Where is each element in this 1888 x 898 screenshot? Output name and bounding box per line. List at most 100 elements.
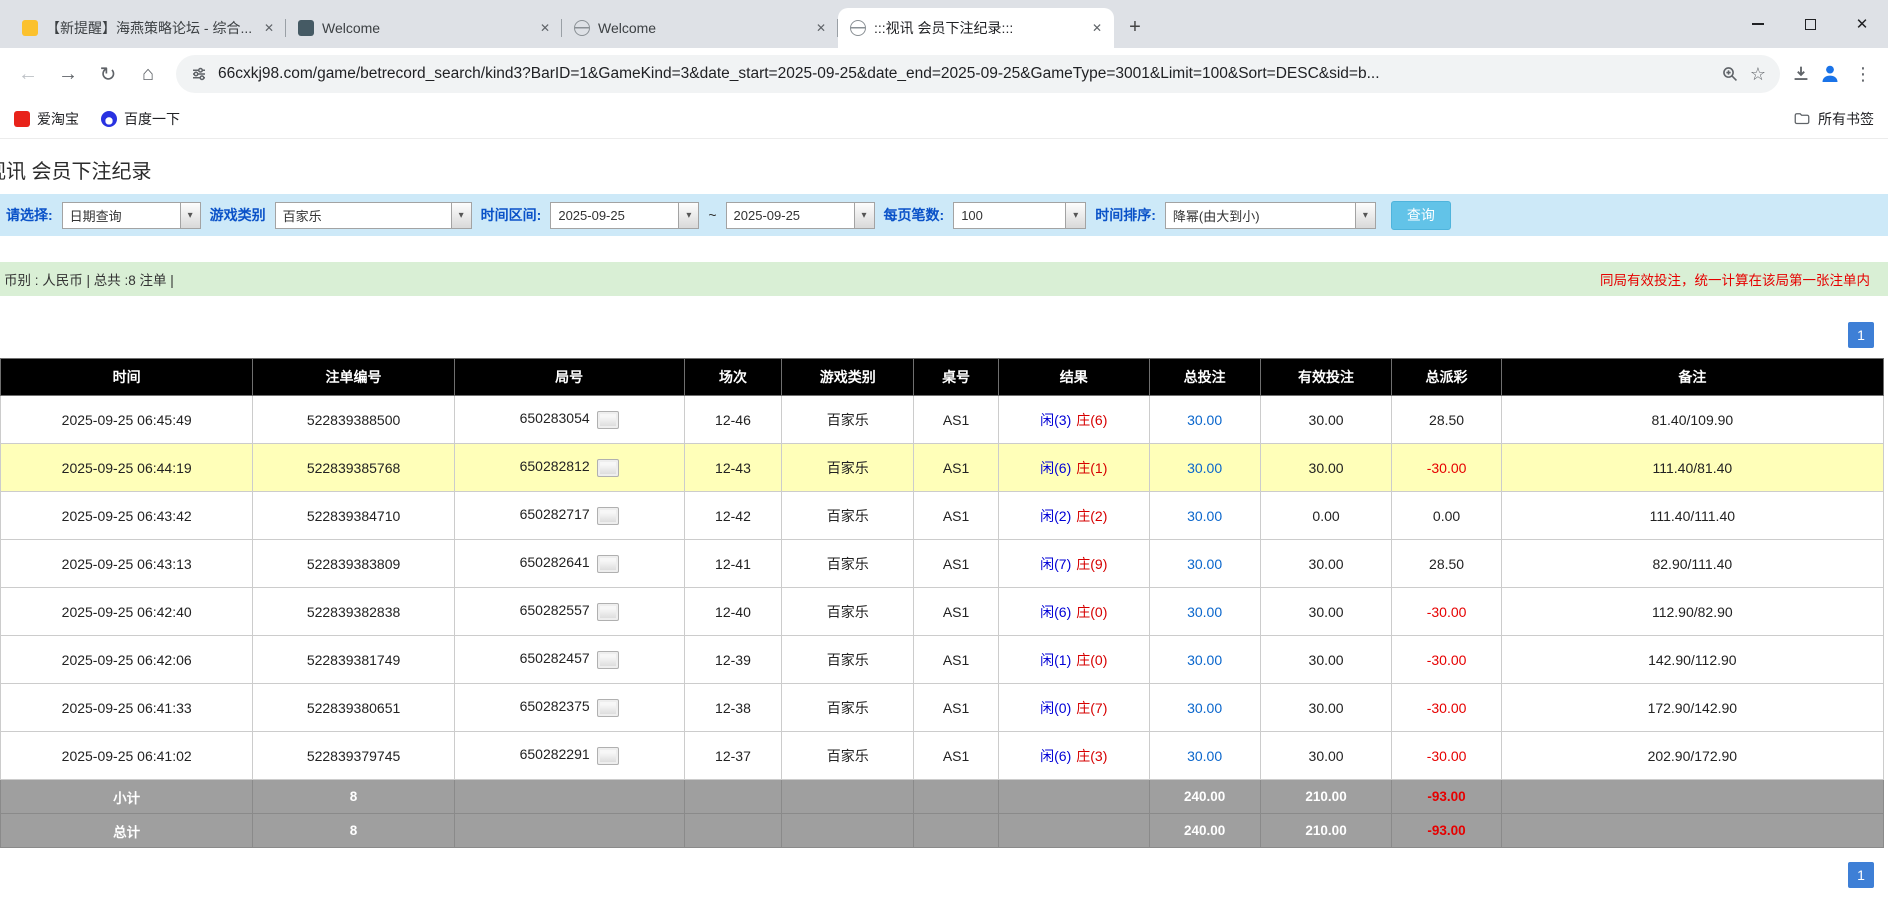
cell-game-type: 百家乐 [782,492,914,540]
cell-result: 闲(6)庄(1) [998,444,1149,492]
cell-game-type: 百家乐 [782,588,914,636]
round-video-icon[interactable] [597,411,619,429]
total-bet-link[interactable]: 30.00 [1187,700,1222,716]
total-bet-link[interactable]: 30.00 [1187,748,1222,764]
dropdown-arrow-icon[interactable]: ▾ [180,202,201,229]
query-type-value[interactable] [62,202,180,229]
subtotal-payout: -93.00 [1392,780,1501,814]
page-size-select[interactable]: ▾ [953,202,1086,229]
cell-time: 2025-09-25 06:44:19 [1,444,253,492]
browser-tab[interactable]: Welcome ✕ [286,8,562,48]
cell-total-bet: 30.00 [1149,540,1260,588]
total-bet-link[interactable]: 30.00 [1187,508,1222,524]
maximize-button[interactable] [1784,0,1836,48]
cell-payout: -30.00 [1392,684,1501,732]
table-row: 2025-09-25 06:45:49 522839388500 6502830… [1,396,1884,444]
tab-favicon-icon [850,20,866,36]
bookmark-aitaobao[interactable]: 爱淘宝 [14,109,79,129]
page-size-value[interactable] [953,202,1065,229]
total-bet-link[interactable]: 30.00 [1187,556,1222,572]
site-settings-icon[interactable] [190,65,208,83]
result-banker: 庄(3) [1076,748,1107,764]
dropdown-arrow-icon[interactable]: ▾ [854,202,875,229]
dropdown-arrow-icon[interactable]: ▾ [1355,202,1376,229]
cell-time: 2025-09-25 06:41:02 [1,732,253,780]
game-type-label: 游戏类别 [210,205,266,225]
tabs-container: 【新提醒】海燕策略论坛 - 综合... ✕ Welcome ✕ Welcome … [10,8,1114,48]
bookmark-star-icon[interactable]: ☆ [1750,64,1766,85]
browser-tab[interactable]: :::视讯 会员下注纪录::: ✕ [838,8,1114,48]
tab-title: Welcome [322,20,528,36]
menu-icon[interactable]: ⋮ [1848,64,1878,85]
dropdown-arrow-icon[interactable]: ▾ [451,202,472,229]
minimize-icon [1752,23,1764,25]
round-video-icon[interactable] [597,747,619,765]
total-bet-link[interactable]: 30.00 [1187,412,1222,428]
tab-close-icon[interactable]: ✕ [536,19,554,37]
dropdown-arrow-icon[interactable]: ▾ [1065,202,1086,229]
game-type-select[interactable]: ▾ [275,202,472,229]
tab-close-icon[interactable]: ✕ [1088,19,1106,37]
subtotal-count: 8 [253,780,454,814]
query-type-select[interactable]: ▾ [62,202,201,229]
forward-icon[interactable]: → [50,56,86,92]
date-end-value[interactable] [726,202,854,229]
all-bookmarks-button[interactable]: 所有书签 [1793,109,1874,129]
result-banker: 庄(2) [1076,508,1107,524]
address-bar[interactable]: 66cxkj98.com/game/betrecord_search/kind3… [176,55,1780,93]
baidu-icon [101,111,117,127]
total-bet-link[interactable]: 30.00 [1187,604,1222,620]
url-text[interactable]: 66cxkj98.com/game/betrecord_search/kind3… [218,65,1711,83]
downloads-icon[interactable] [1790,63,1812,85]
date-start-select[interactable]: ▾ [550,202,699,229]
cell-round: 650282641 [454,540,684,588]
browser-tab[interactable]: Welcome ✕ [562,8,838,48]
dropdown-arrow-icon[interactable]: ▾ [678,202,699,229]
cell-table-no: AS1 [914,492,999,540]
sort-value[interactable] [1165,202,1355,229]
round-video-icon[interactable] [597,555,619,573]
new-tab-button[interactable]: + [1120,12,1150,42]
close-window-button[interactable]: ✕ [1836,0,1888,48]
cell-time: 2025-09-25 06:43:13 [1,540,253,588]
bet-records-table: 时间注单编号局号场次游戏类别桌号结果总投注有效投注总派彩备注 2025-09-2… [0,358,1884,848]
date-end-select[interactable]: ▾ [726,202,875,229]
bookmark-baidu[interactable]: 百度一下 [101,109,180,129]
cell-bet-id: 522839388500 [253,396,454,444]
cell-bet-id: 522839379745 [253,732,454,780]
result-player: 闲(6) [1040,460,1071,476]
refresh-icon[interactable]: ↻ [90,56,126,92]
date-start-value[interactable] [550,202,678,229]
cell-note: 172.90/142.90 [1501,684,1883,732]
cell-result: 闲(3)庄(6) [998,396,1149,444]
minimize-button[interactable] [1732,0,1784,48]
round-video-icon[interactable] [597,651,619,669]
tab-close-icon[interactable]: ✕ [260,19,278,37]
search-button[interactable]: 查询 [1391,201,1451,230]
table-row: 2025-09-25 06:44:19 522839385768 6502828… [1,444,1884,492]
round-video-icon[interactable] [597,459,619,477]
tab-favicon-icon [22,20,38,36]
cell-valid-bet: 30.00 [1260,684,1392,732]
total-bet-link[interactable]: 30.00 [1187,652,1222,668]
cell-valid-bet: 30.00 [1260,444,1392,492]
cell-time: 2025-09-25 06:42:40 [1,588,253,636]
back-icon[interactable]: ← [10,56,46,92]
total-bet-link[interactable]: 30.00 [1187,460,1222,476]
game-type-value[interactable] [275,202,451,229]
round-id: 650282291 [520,746,590,762]
sort-label: 时间排序: [1095,205,1156,225]
round-video-icon[interactable] [597,603,619,621]
profile-icon[interactable] [1818,62,1842,86]
cell-note: 111.40/81.40 [1501,444,1883,492]
sort-select[interactable]: ▾ [1165,202,1376,229]
pagination-page-button[interactable]: 1 [1848,322,1874,348]
zoom-icon[interactable] [1721,65,1740,84]
tab-close-icon[interactable]: ✕ [812,19,830,37]
round-video-icon[interactable] [597,699,619,717]
subtotal-label: 小计 [1,780,253,814]
pagination-page-button[interactable]: 1 [1848,862,1874,888]
round-video-icon[interactable] [597,507,619,525]
browser-tab[interactable]: 【新提醒】海燕策略论坛 - 综合... ✕ [10,8,286,48]
home-icon[interactable]: ⌂ [130,56,166,92]
